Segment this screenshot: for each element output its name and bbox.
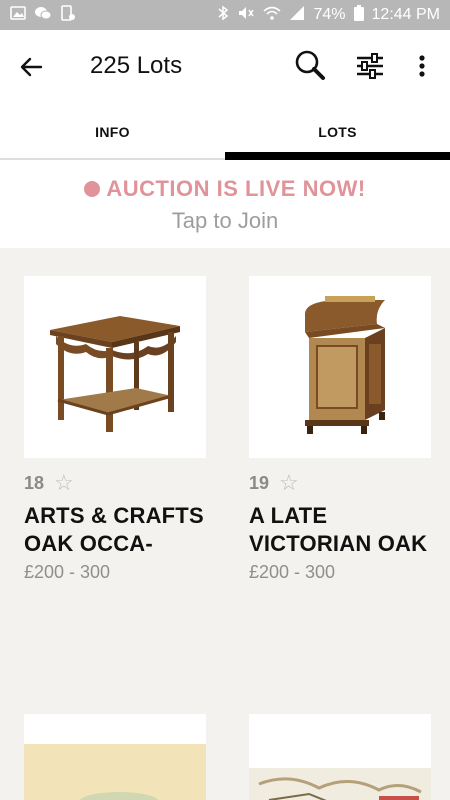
artwork-image: [249, 768, 431, 800]
artwork-image: [24, 744, 206, 800]
star-outline-icon[interactable]: ☆: [279, 472, 299, 494]
oak-table-image: [50, 316, 180, 432]
page-title: 225 Lots: [90, 52, 183, 79]
join-prompt: Tap to Join: [171, 208, 279, 233]
arrow-back-icon: [20, 57, 43, 77]
search-button[interactable]: [294, 50, 326, 82]
lots-grid: 18 ☆ ARTS & CRAFTS OAK OCCA- £200 - 300: [0, 248, 450, 800]
star-outline-icon[interactable]: ☆: [54, 472, 74, 494]
lot-image: [24, 276, 206, 458]
mute-icon: [237, 5, 255, 26]
filter-button[interactable]: [355, 50, 385, 82]
lot-card[interactable]: 18 ☆ ARTS & CRAFTS OAK OCCA- £200 - 300: [24, 276, 206, 583]
lot-title-line2: OAK OCCA-: [24, 531, 153, 556]
device-icon: [60, 4, 76, 26]
gallery-icon: [10, 5, 26, 26]
lot-meta-row: 18 ☆: [24, 472, 206, 494]
battery-level: 74%: [313, 6, 346, 23]
notification-icons: [10, 4, 76, 26]
bluetooth-icon: [217, 5, 229, 26]
live-headline: AUCTION IS LIVE NOW!: [106, 176, 366, 201]
lot-estimate: £200 - 300: [24, 562, 111, 582]
lot-title-line1: ARTS & CRAFTS: [24, 503, 204, 528]
tab-lots[interactable]: LOTS: [225, 104, 450, 160]
lot-image[interactable]: [249, 714, 431, 800]
oak-desk-image: [305, 296, 385, 434]
chat-icon: [34, 5, 52, 26]
live-dot-icon: [84, 181, 101, 197]
app-bar: 225 Lots: [0, 30, 450, 104]
lot-meta-row: 19 ☆: [249, 472, 431, 494]
lot-title: A LATE VICTORIAN OAK: [249, 502, 431, 558]
more-vert-icon: [419, 55, 425, 77]
sliders-icon: [357, 53, 383, 79]
tab-bar: INFO LOTS: [0, 104, 450, 160]
lot-image: [249, 276, 431, 458]
lot-card[interactable]: 19 ☆ A LATE VICTORIAN OAK £200 - 300: [249, 276, 431, 583]
live-headline-row: AUCTION IS LIVE NOW!: [0, 176, 450, 202]
lot-number: 18: [24, 472, 45, 493]
lot-title-line1: A LATE: [249, 503, 328, 528]
more-options-button[interactable]: [412, 50, 432, 82]
lot-title: ARTS & CRAFTS OAK OCCA-: [24, 502, 206, 558]
battery-icon: [353, 4, 364, 26]
status-bar: 74% 12:44 PM: [0, 0, 450, 30]
back-button[interactable]: [16, 52, 46, 82]
live-auction-banner[interactable]: AUCTION IS LIVE NOW! Tap to Join: [0, 160, 450, 248]
clock: 12:44 PM: [371, 6, 440, 23]
wifi-icon: [263, 5, 282, 26]
lot-image[interactable]: [24, 714, 206, 800]
system-status: 74% 12:44 PM: [217, 4, 440, 26]
lot-number: 19: [249, 472, 270, 493]
lot-estimate: £200 - 300: [249, 562, 336, 582]
search-icon: [295, 50, 325, 80]
lot-title-line2: VICTORIAN OAK: [249, 531, 428, 556]
signal-icon: [289, 5, 305, 26]
tab-info[interactable]: INFO: [0, 104, 225, 160]
